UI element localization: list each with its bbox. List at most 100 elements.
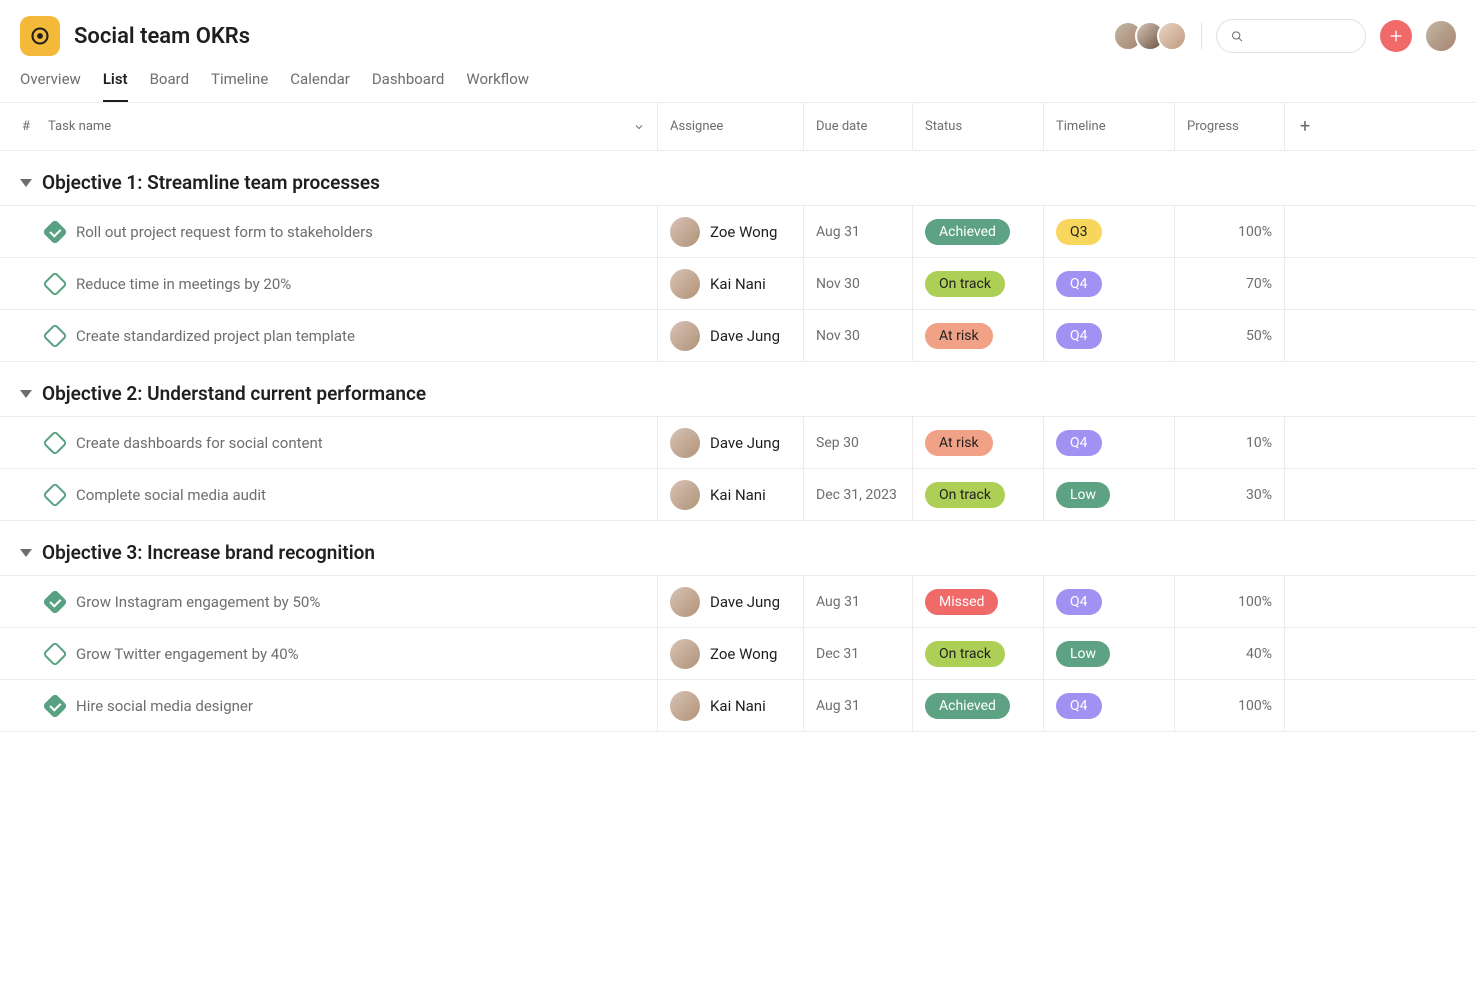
status-pill: Achieved (925, 693, 1010, 719)
complete-icon[interactable] (42, 693, 67, 718)
task-cell[interactable]: Create standardized project plan templat… (0, 310, 658, 361)
task-cell[interactable]: Complete social media audit (0, 469, 658, 520)
assignee-cell[interactable]: Kai Nani (658, 469, 804, 520)
section-header[interactable]: Objective 2: Understand current performa… (0, 362, 1476, 417)
collapse-icon[interactable] (20, 390, 32, 398)
task-row[interactable]: Complete social media audit Kai Nani Dec… (0, 468, 1476, 521)
complete-icon[interactable] (42, 323, 67, 348)
status-cell[interactable]: Achieved (913, 206, 1044, 257)
due-date-cell[interactable]: Nov 30 (804, 258, 913, 309)
tab-overview[interactable]: Overview (20, 70, 81, 102)
due-date-cell[interactable]: Dec 31, 2023 (804, 469, 913, 520)
progress-cell[interactable]: 10% (1175, 417, 1285, 468)
progress-cell[interactable]: 50% (1175, 310, 1285, 361)
timeline-cell[interactable]: Low (1044, 628, 1175, 679)
assignee-cell[interactable]: Kai Nani (658, 258, 804, 309)
timeline-cell[interactable]: Q4 (1044, 310, 1175, 361)
add-column-button[interactable]: + (1285, 103, 1325, 150)
task-row[interactable]: Hire social media designer Kai Nani Aug … (0, 679, 1476, 732)
task-row[interactable]: Grow Instagram engagement by 50% Dave Ju… (0, 575, 1476, 628)
status-cell[interactable]: At risk (913, 310, 1044, 361)
timeline-cell[interactable]: Q4 (1044, 576, 1175, 627)
task-row[interactable]: Reduce time in meetings by 20% Kai Nani … (0, 257, 1476, 310)
due-date-cell[interactable]: Aug 31 (804, 206, 913, 257)
members-stack[interactable] (1121, 21, 1187, 51)
due-date-cell[interactable]: Sep 30 (804, 417, 913, 468)
chevron-down-icon[interactable] (633, 121, 645, 133)
progress-cell[interactable]: 100% (1175, 680, 1285, 731)
task-row[interactable]: Create dashboards for social content Dav… (0, 416, 1476, 469)
task-row[interactable]: Grow Twitter engagement by 40% Zoe Wong … (0, 627, 1476, 680)
timeline-pill: Q4 (1056, 589, 1102, 615)
task-row[interactable]: Create standardized project plan templat… (0, 309, 1476, 362)
due-date-cell[interactable]: Nov 30 (804, 310, 913, 361)
complete-icon[interactable] (42, 641, 67, 666)
task-cell[interactable]: Reduce time in meetings by 20% (0, 258, 658, 309)
assignee-cell[interactable]: Kai Nani (658, 680, 804, 731)
collapse-icon[interactable] (20, 179, 32, 187)
due-date-cell[interactable]: Aug 31 (804, 680, 913, 731)
progress-cell[interactable]: 30% (1175, 469, 1285, 520)
column-progress[interactable]: Progress (1175, 103, 1285, 150)
assignee-cell[interactable]: Dave Jung (658, 417, 804, 468)
timeline-cell[interactable]: Q4 (1044, 417, 1175, 468)
status-cell[interactable]: Missed (913, 576, 1044, 627)
column-timeline[interactable]: Timeline (1044, 103, 1175, 150)
tab-list[interactable]: List (103, 70, 128, 102)
complete-icon[interactable] (42, 589, 67, 614)
assignee-cell[interactable]: Zoe Wong (658, 628, 804, 679)
assignee-cell[interactable]: Zoe Wong (658, 206, 804, 257)
column-task-name[interactable]: Task name (36, 103, 658, 150)
search-input[interactable] (1216, 19, 1366, 53)
status-cell[interactable]: Achieved (913, 680, 1044, 731)
tab-board[interactable]: Board (150, 70, 189, 102)
column-assignee[interactable]: Assignee (658, 103, 804, 150)
task-name: Reduce time in meetings by 20% (76, 275, 291, 293)
timeline-cell[interactable]: Q4 (1044, 680, 1175, 731)
complete-icon[interactable] (42, 219, 67, 244)
timeline-cell[interactable]: Q4 (1044, 258, 1175, 309)
assignee-cell[interactable]: Dave Jung (658, 576, 804, 627)
due-date-cell[interactable]: Dec 31 (804, 628, 913, 679)
due-date-cell[interactable]: Aug 31 (804, 576, 913, 627)
tab-workflow[interactable]: Workflow (466, 70, 529, 102)
status-cell[interactable]: At risk (913, 417, 1044, 468)
status-cell[interactable]: On track (913, 469, 1044, 520)
tab-timeline[interactable]: Timeline (211, 70, 268, 102)
task-cell[interactable]: Grow Instagram engagement by 50% (0, 576, 658, 627)
progress-cell[interactable]: 40% (1175, 628, 1285, 679)
complete-icon[interactable] (42, 482, 67, 507)
complete-icon[interactable] (42, 430, 67, 455)
task-row[interactable]: Roll out project request form to stakeho… (0, 205, 1476, 258)
task-cell[interactable]: Hire social media designer (0, 680, 658, 731)
user-avatar[interactable] (1426, 21, 1456, 51)
timeline-cell[interactable]: Q3 (1044, 206, 1175, 257)
assignee-cell[interactable]: Dave Jung (658, 310, 804, 361)
task-cell[interactable]: Create dashboards for social content (0, 417, 658, 468)
status-cell[interactable]: On track (913, 628, 1044, 679)
status-cell[interactable]: On track (913, 258, 1044, 309)
row-spacer (1285, 417, 1325, 468)
timeline-cell[interactable]: Low (1044, 469, 1175, 520)
progress-cell[interactable]: 100% (1175, 576, 1285, 627)
search-field[interactable] (1251, 28, 1351, 44)
tab-dashboard[interactable]: Dashboard (372, 70, 445, 102)
section-header[interactable]: Objective 3: Increase brand recognition (0, 521, 1476, 576)
task-cell[interactable]: Grow Twitter engagement by 40% (0, 628, 658, 679)
tab-calendar[interactable]: Calendar (290, 70, 350, 102)
timeline-pill: Q3 (1056, 219, 1102, 245)
section-header[interactable]: Objective 1: Streamline team processes (0, 151, 1476, 206)
assignee-name: Kai Nani (710, 275, 766, 293)
add-button[interactable] (1380, 20, 1412, 52)
collapse-icon[interactable] (20, 549, 32, 557)
complete-icon[interactable] (42, 271, 67, 296)
task-name: Create standardized project plan templat… (76, 327, 355, 345)
plus-icon (1388, 28, 1404, 44)
progress-cell[interactable]: 100% (1175, 206, 1285, 257)
status-pill: On track (925, 271, 1005, 297)
progress-cell[interactable]: 70% (1175, 258, 1285, 309)
column-status[interactable]: Status (913, 103, 1044, 150)
column-due-date[interactable]: Due date (804, 103, 913, 150)
task-cell[interactable]: Roll out project request form to stakeho… (0, 206, 658, 257)
row-spacer (1285, 628, 1325, 679)
